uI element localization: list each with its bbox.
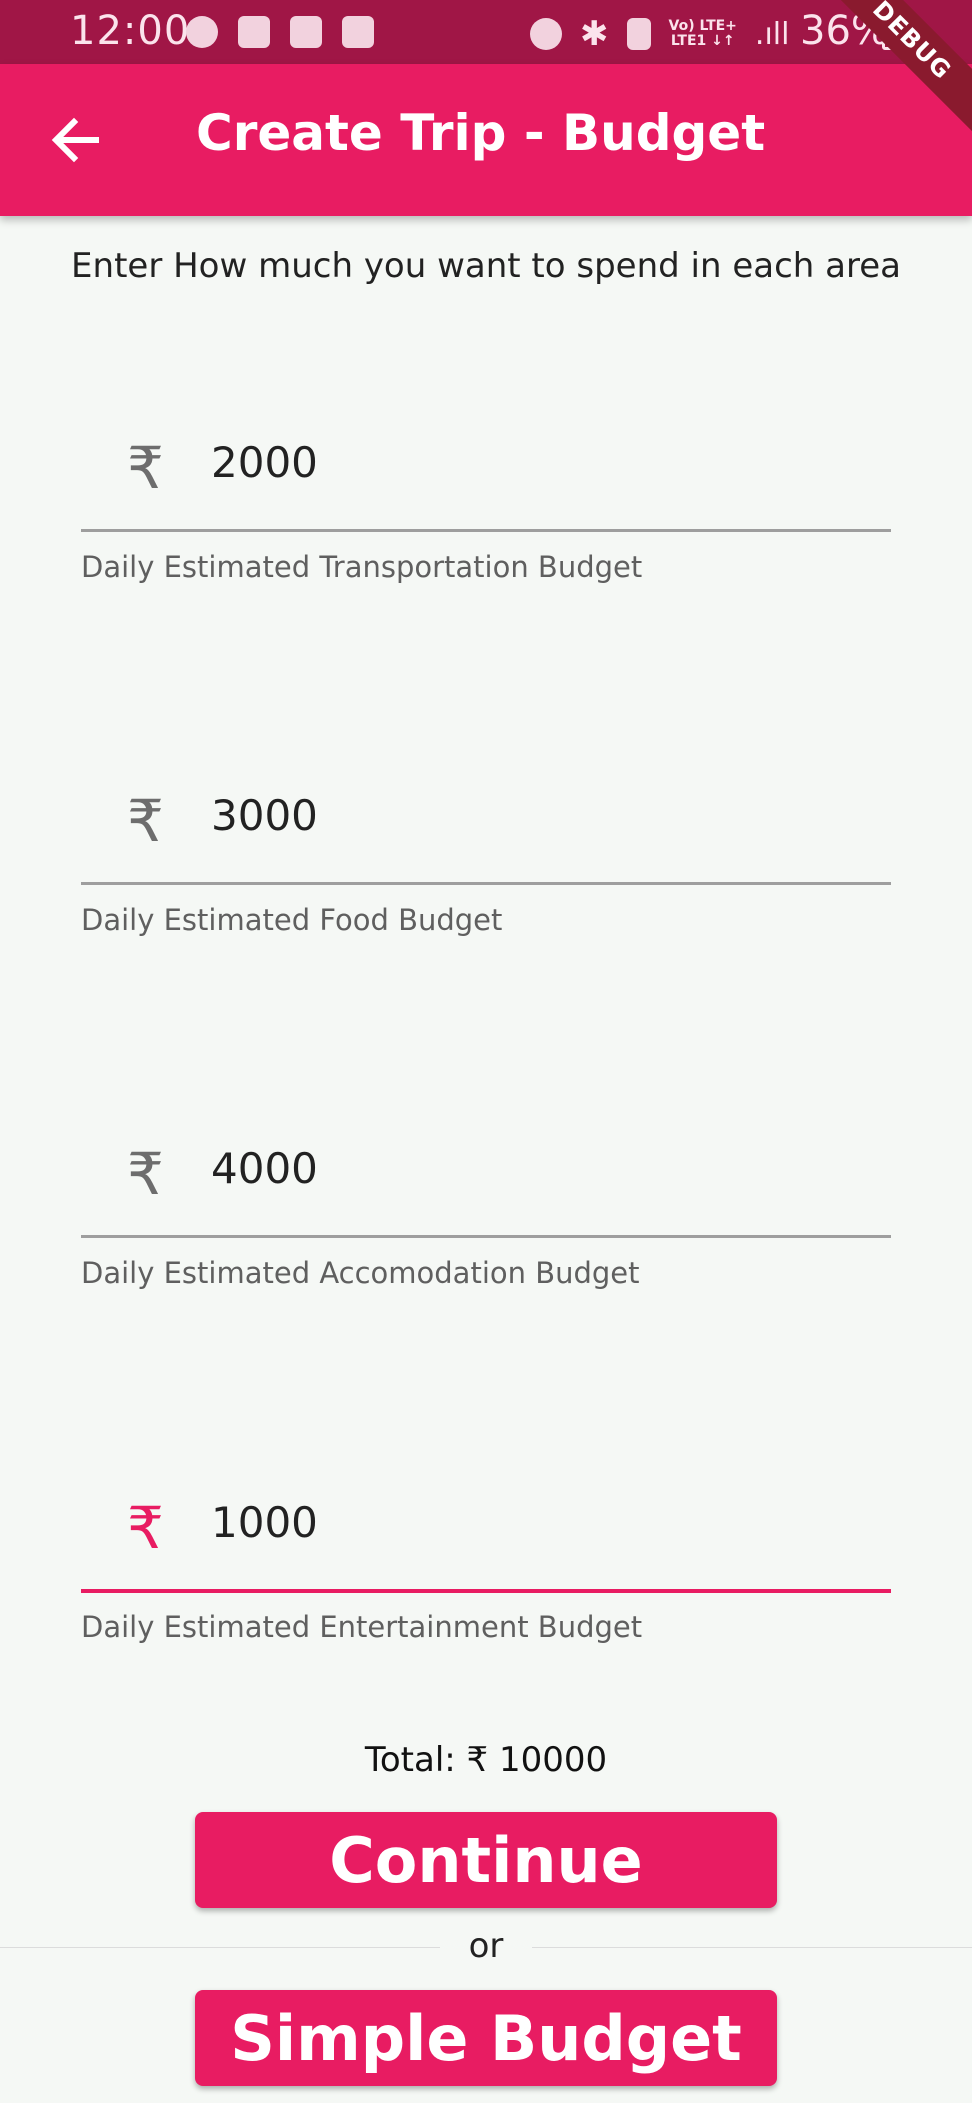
field-underline-focused [81,1589,891,1593]
rupee-icon: ₹ [127,1140,164,1208]
network-line-1: Vo) LTE+ [668,18,737,34]
status-time: 12:00 [70,8,191,54]
system-icons: ✱ Vo) LTE+ LTE1 ↓↑ .ıll [530,14,789,54]
arrow-back-icon [51,117,99,163]
spotify-icon [186,16,218,48]
network-indicator: Vo) LTE+ LTE1 ↓↑ [669,19,737,49]
notification-icons [186,16,374,48]
or-text: or [468,1926,504,1966]
accomodation-budget-input[interactable] [211,1144,811,1193]
food-budget-input[interactable] [211,791,811,840]
field-underline [81,882,891,885]
entertainment-budget-input[interactable] [211,1498,811,1547]
gallery-icon [290,16,322,48]
network-line-2: LTE1 ↓↑ [670,33,735,49]
simple-budget-button[interactable]: Simple Budget [195,1990,777,2086]
app-bar: Create Trip - Budget [0,64,972,216]
total-text: Total: ₹ 10000 [364,1740,608,1780]
battery-saver-icon [626,18,651,50]
signal-icon: .ıll [754,16,790,52]
continue-button[interactable]: Continue [195,1812,777,1908]
page-title: Create Trip - Budget [196,104,766,162]
transportation-budget-input[interactable] [211,438,811,487]
rupee-icon: ₹ [127,787,164,855]
accomodation-budget-label: Daily Estimated Accomodation Budget [81,1256,640,1290]
divider-right [532,1947,972,1948]
alarm-icon [530,18,562,50]
food-budget-label: Daily Estimated Food Budget [81,903,503,937]
back-button[interactable] [44,108,108,172]
status-bar: 12:00 ✱ Vo) LTE+ LTE1 ↓↑ .ıll 36% [0,0,972,64]
bluetooth-icon: ✱ [580,14,609,54]
transportation-budget-label: Daily Estimated Transportation Budget [81,550,643,584]
instruction-text: Enter How much you want to spend in each… [71,246,901,286]
clock-app-icon [238,16,270,48]
entertainment-budget-label: Daily Estimated Entertainment Budget [81,1610,643,1644]
rupee-icon: ₹ [127,1494,164,1562]
field-underline [81,529,891,532]
rupee-icon: ₹ [127,434,164,502]
field-underline [81,1235,891,1238]
wifi-hotspot-icon [342,16,374,48]
